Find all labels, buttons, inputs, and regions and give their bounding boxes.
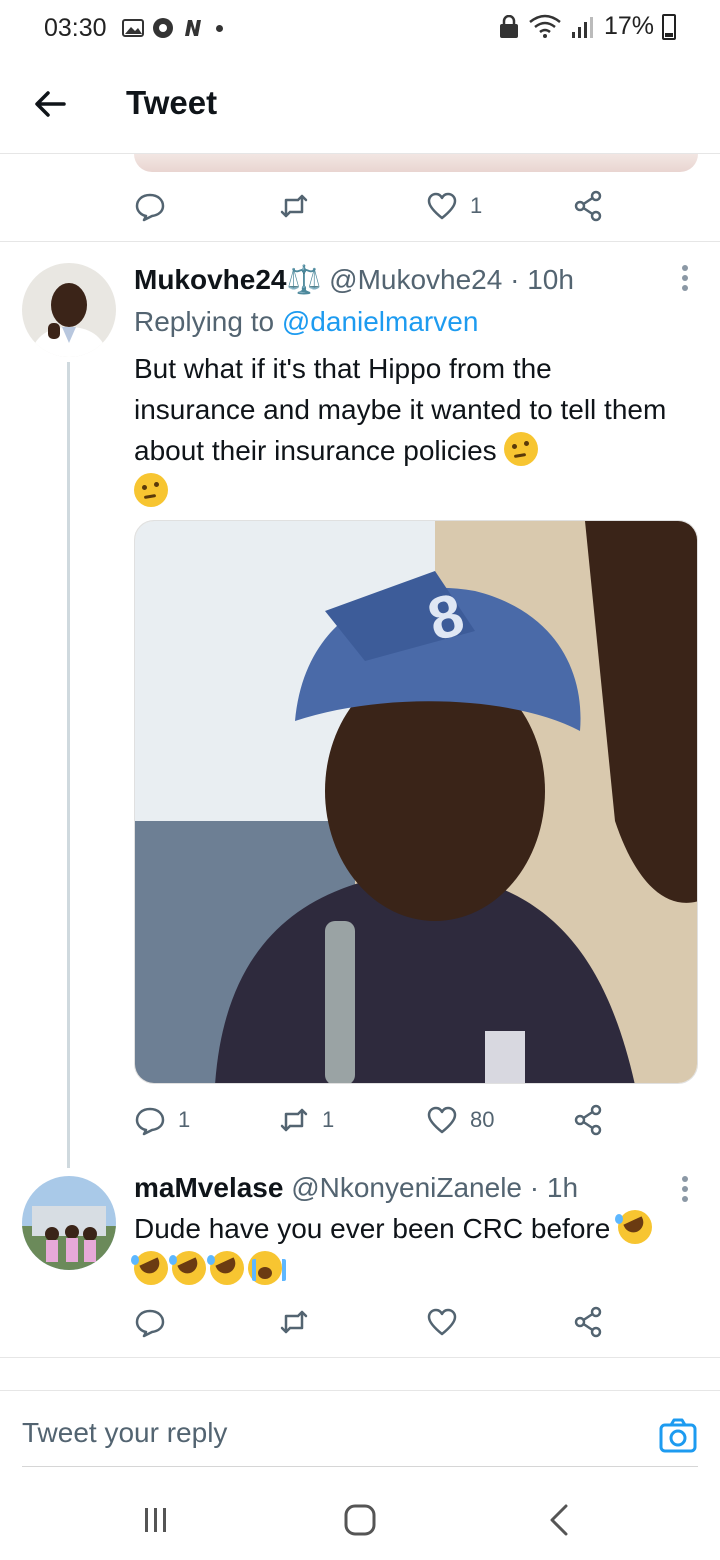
battery-percent: 17% [603,12,654,40]
tweet-header: Mukovhe24⚖️ @Mukovhe24 · 10h [134,263,574,296]
heart-icon [427,1106,457,1134]
status-bar: 03:30 17% [0,0,720,60]
avatar[interactable] [22,1176,116,1270]
retweet-button[interactable]: 1 [278,1104,334,1136]
reply-prefix: Replying to [134,306,275,337]
retweet-count: 1 [322,1107,335,1132]
back-nav-icon[interactable] [540,1500,580,1540]
share-icon [574,1306,602,1338]
retweet-icon [280,1108,308,1132]
share-icon [574,1104,602,1136]
tweet-body: Dude have you ever been CRC before [134,1213,611,1244]
reply-mention-link[interactable]: @danielmarven [282,306,479,337]
notification-dot [216,24,223,32]
status-icons-left [122,17,223,39]
tweet-body: But what if it's that Hippo from the ins… [134,353,667,466]
reply-button[interactable] [134,1306,178,1338]
back-arrow-icon[interactable] [30,84,70,124]
reply-icon [135,1107,165,1136]
like-button[interactable]: 80 [426,1104,494,1136]
avatar-image [22,1176,116,1270]
wifi-icon [529,14,561,38]
retweet-icon [280,194,308,218]
home-icon[interactable] [340,1500,380,1540]
rofl-emoji [207,1251,244,1285]
share-icon [574,190,602,222]
lock-icon [499,14,518,38]
handle[interactable]: @NkonyeniZanele [291,1172,522,1203]
page-title: Tweet [126,84,218,121]
like-count: 1 [470,193,483,218]
reply-button[interactable] [134,190,178,222]
reply-input[interactable] [22,1417,622,1449]
retweet-icon [280,1310,308,1334]
divider [0,1357,720,1358]
like-button[interactable] [426,1306,470,1338]
share-button[interactable] [572,190,604,222]
avatar[interactable] [22,263,116,357]
status-time: 03:30 [44,14,107,42]
signal-icon [571,16,593,38]
chrome-icon [153,18,173,38]
gallery-icon [122,19,144,37]
status-icons-right: 17% [498,12,676,41]
reply-icon [135,193,165,222]
handle[interactable]: @Mukovhe24 [329,264,502,295]
n-app-icon [185,20,201,36]
timestamp: · 10h [510,264,574,295]
composer-underline [22,1466,698,1467]
reply-button[interactable]: 1 [134,1104,190,1136]
rofl-emoji [615,1210,653,1244]
divider [0,241,720,242]
rofl-emoji [131,1251,168,1285]
camera-icon[interactable] [658,1415,698,1455]
thinking-face-emoji [134,473,168,507]
rofl-emoji [169,1251,206,1285]
retweet-button[interactable] [278,1306,322,1338]
display-name[interactable]: Mukovhe24⚖️ [134,264,321,295]
like-count: 80 [470,1107,495,1132]
share-button[interactable] [572,1306,604,1338]
thread-line [67,362,70,1168]
like-button[interactable]: 1 [426,190,482,222]
photo: 8 [135,521,697,1083]
reply-composer [0,1390,720,1468]
reply-icon [135,1309,165,1338]
avatar-image [22,263,116,357]
battery-icon [662,13,676,40]
reply-count: 1 [178,1107,191,1132]
more-icon[interactable] [680,263,690,293]
more-icon[interactable] [680,1174,690,1204]
previous-tweet-media[interactable] [134,154,698,172]
heart-icon [427,192,457,220]
tweet-header: maMvelase @NkonyeniZanele · 1h [134,1172,578,1204]
heart-icon [427,1308,457,1336]
share-button[interactable] [572,1104,604,1136]
retweet-button[interactable] [278,190,322,222]
loudly-crying-face-emoji [248,1251,286,1285]
display-name[interactable]: maMvelase [134,1172,283,1203]
reply-context: Replying to @danielmarven [134,306,478,338]
app-header: Tweet [0,60,720,154]
timestamp: · 1h [529,1172,579,1203]
tweet-media-image[interactable]: 8 [134,520,698,1084]
thinking-face-emoji [504,432,539,466]
recent-apps-icon[interactable] [136,1500,176,1540]
tweet-text: But what if it's that Hippo from the ins… [134,348,674,512]
system-nav-bar [0,1480,720,1560]
tweet-text: Dude have you ever been CRC before [131,1208,694,1290]
